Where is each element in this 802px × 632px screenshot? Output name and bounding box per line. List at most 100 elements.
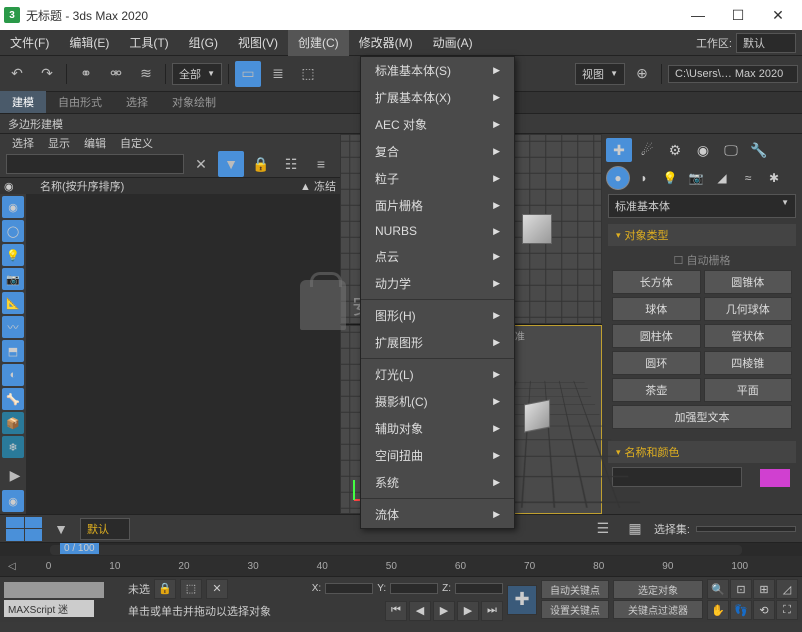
project-path[interactable]: C:\Users\… Max 2020 [668, 65, 798, 83]
expand-icon[interactable]: ▶ [2, 462, 28, 488]
link-button[interactable]: ⚭ [73, 61, 99, 87]
dd-ext-shapes[interactable]: 扩展图形▶ [361, 329, 514, 356]
keyfilter-button[interactable]: 关键点过滤器 [613, 600, 703, 619]
add-key-icon[interactable]: ✚ [507, 585, 537, 615]
play-icon[interactable]: ▶ [433, 601, 455, 621]
tab-display-icon[interactable]: 🖵 [718, 138, 744, 162]
zoom-icon[interactable]: 🔍 [707, 579, 729, 599]
eye-icon[interactable]: ◉ [4, 180, 20, 193]
layout-dropdown-icon[interactable]: ▼ [48, 516, 74, 542]
filter-bone-icon[interactable]: 🦴 [2, 388, 24, 410]
tab-motion-icon[interactable]: ◉ [690, 138, 716, 162]
lock-selection-icon[interactable]: 🔒 [154, 579, 176, 599]
exp-menu-select[interactable]: 选择 [12, 135, 34, 151]
tab-selection[interactable]: 选择 [114, 91, 160, 113]
x-input[interactable] [325, 583, 373, 594]
crossing-icon[interactable]: ✕ [206, 579, 228, 599]
isolate-icon[interactable]: ⬚ [180, 579, 202, 599]
goto-start-icon[interactable]: ⏮ [385, 601, 407, 621]
category-dropdown[interactable]: 标准基本体▼ [608, 194, 796, 218]
dd-std-primitives[interactable]: 标准基本体(S)▶ [361, 57, 514, 84]
filter-geometry-icon[interactable]: ◉ [2, 196, 24, 218]
layers-icon[interactable]: ☰ [590, 516, 616, 542]
bind-button[interactable]: ≋ [133, 61, 159, 87]
filter-shape-icon[interactable]: ◯ [2, 220, 24, 242]
exp-menu-display[interactable]: 显示 [48, 135, 70, 151]
select-name-button[interactable]: ≣ [265, 61, 291, 87]
clear-search-icon[interactable]: ✕ [188, 151, 214, 177]
toggle-icon[interactable]: ◉ [2, 490, 24, 512]
dd-helpers[interactable]: 辅助对象▶ [361, 415, 514, 442]
col-frozen[interactable]: ▲ 冻结 [300, 178, 336, 194]
dd-aec[interactable]: AEC 对象▶ [361, 111, 514, 138]
track-bar[interactable]: ◁ 0 10 20 30 40 50 60 70 80 90 100 [0, 556, 802, 576]
dd-particles[interactable]: 粒子▶ [361, 165, 514, 192]
btn-teapot[interactable]: 茶壶 [612, 378, 701, 402]
isolate-icon[interactable]: ▦ [622, 516, 648, 542]
maximize-button[interactable]: ☐ [718, 1, 758, 29]
dd-ext-primitives[interactable]: 扩展基本体(X)▶ [361, 84, 514, 111]
pivot-button[interactable]: ⊕ [629, 61, 655, 87]
layout-thumbs[interactable] [6, 517, 42, 541]
filter-warp-icon[interactable]: 〰 [2, 316, 24, 338]
exp-menu-custom[interactable]: 自定义 [120, 135, 153, 151]
sub-geometry-icon[interactable]: ● [606, 166, 630, 190]
filter-light-icon[interactable]: 💡 [2, 244, 24, 266]
menu-modifiers[interactable]: 修改器(M) [349, 30, 423, 56]
exp-menu-edit[interactable]: 编辑 [84, 135, 106, 151]
btn-pyramid[interactable]: 四棱锥 [704, 351, 793, 375]
menu-group[interactable]: 组(G) [179, 30, 228, 56]
sub-helper-icon[interactable]: ◢ [710, 166, 734, 190]
slider-track[interactable] [50, 545, 742, 555]
dd-lights[interactable]: 灯光(L)▶ [361, 361, 514, 388]
sub-warp-icon[interactable]: ≈ [736, 166, 760, 190]
render-preview[interactable] [4, 582, 104, 598]
track-expand-icon[interactable]: ◁ [8, 561, 16, 572]
time-slider[interactable]: 0 / 100 [0, 542, 802, 556]
filter-group-icon[interactable]: ⬒ [2, 340, 24, 362]
max-toggle-icon[interactable]: ⛶ [776, 600, 798, 620]
dd-compound[interactable]: 复合▶ [361, 138, 514, 165]
col-name[interactable]: 名称(按升序排序) [20, 178, 300, 194]
filter-dropdown[interactable]: 全部▼ [172, 63, 222, 85]
rollout-head-namecolor[interactable]: 名称和颜色 [608, 441, 796, 463]
rollout-head-objtype[interactable]: 对象类型 [608, 224, 796, 246]
btn-textplus[interactable]: 加强型文本 [612, 405, 792, 429]
z-input[interactable] [455, 583, 503, 594]
tab-freeform[interactable]: 自由形式 [46, 91, 114, 113]
menu-create[interactable]: 创建(C) [288, 30, 349, 56]
list-icon[interactable]: ≡ [308, 151, 334, 177]
autogrid-checkbox[interactable]: ☐ 自动栅格 [612, 250, 792, 270]
btn-torus[interactable]: 圆环 [612, 351, 701, 375]
orbit-icon[interactable]: ⟲ [753, 600, 775, 620]
fov-icon[interactable]: ◿ [776, 579, 798, 599]
tab-utility-icon[interactable]: 🔧 [746, 138, 772, 162]
close-button[interactable]: ✕ [758, 1, 798, 29]
walk-icon[interactable]: 👣 [730, 600, 752, 620]
tab-hierarchy-icon[interactable]: ⚙ [662, 138, 688, 162]
next-frame-icon[interactable]: ▶ [457, 601, 479, 621]
undo-button[interactable]: ↶ [4, 61, 30, 87]
select-tool[interactable]: ▭ [235, 61, 261, 87]
unlink-button[interactable]: ⚮ [103, 61, 129, 87]
dd-spacewarps[interactable]: 空间扭曲▶ [361, 442, 514, 469]
autokey-button[interactable]: 自动关键点 [541, 580, 609, 599]
tab-modeling[interactable]: 建模 [0, 91, 46, 113]
refcoord-dropdown[interactable]: 视图▼ [575, 63, 625, 85]
menu-tools[interactable]: 工具(T) [119, 30, 178, 56]
color-swatch[interactable] [760, 469, 790, 487]
tab-create-icon[interactable]: ✚ [606, 138, 632, 162]
btn-cone[interactable]: 圆锥体 [704, 270, 793, 294]
lock-icon[interactable]: 🔒 [248, 151, 274, 177]
filter-container-icon[interactable]: 📦 [2, 412, 24, 434]
workspace-value[interactable]: 默认 [736, 33, 796, 53]
dd-cameras[interactable]: 摄影机(C)▶ [361, 388, 514, 415]
sub-system-icon[interactable]: ✱ [762, 166, 786, 190]
menu-anim[interactable]: 动画(A) [423, 30, 483, 56]
dd-shapes[interactable]: 图形(H)▶ [361, 302, 514, 329]
filter-frozen-icon[interactable]: ❄ [2, 436, 24, 458]
dd-patch[interactable]: 面片栅格▶ [361, 192, 514, 219]
explorer-list[interactable] [26, 194, 340, 514]
prev-frame-icon[interactable]: ◀ [409, 601, 431, 621]
zoom-all-icon[interactable]: ⊡ [730, 579, 752, 599]
